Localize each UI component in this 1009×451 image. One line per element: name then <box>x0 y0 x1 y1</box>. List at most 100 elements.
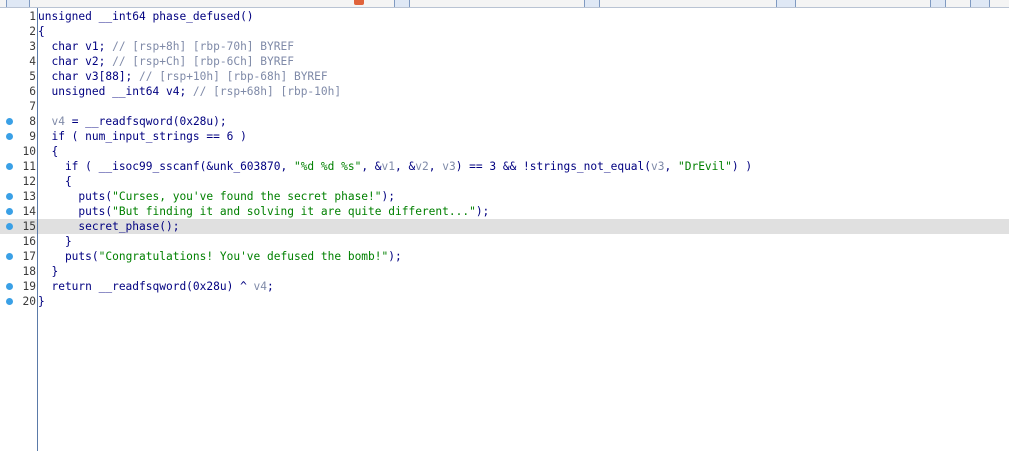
code-text[interactable]: } <box>38 264 58 279</box>
code-token: { <box>38 25 45 38</box>
line-number: 10 <box>22 145 36 158</box>
code-line[interactable]: 18 } <box>0 264 1009 279</box>
code-text[interactable]: { <box>38 144 58 159</box>
code-text[interactable]: puts("Congratulations! You've defused th… <box>38 249 402 264</box>
code-line[interactable]: 14 puts("But finding it and solving it a… <box>0 204 1009 219</box>
code-text[interactable]: } <box>38 234 72 249</box>
code-token: = __readfsqword(0x28u); <box>64 115 227 128</box>
line-number: 17 <box>22 250 36 263</box>
breakpoint-dot-icon[interactable] <box>6 118 13 125</box>
code-line[interactable]: 7 <box>0 99 1009 114</box>
code-token: "Congratulations! You've defused the bom… <box>98 250 389 263</box>
code-token: char v1; <box>38 40 113 53</box>
code-token: secret_phase(); <box>38 220 180 233</box>
line-number: 9 <box>29 130 36 143</box>
code-line[interactable]: 10 { <box>0 144 1009 159</box>
code-token: v2 <box>415 160 429 173</box>
code-token: ); <box>475 205 490 218</box>
code-token: , <box>428 160 443 173</box>
code-token: ); <box>381 190 395 203</box>
code-text[interactable]: unsigned __int64 phase_defused() <box>38 9 254 24</box>
code-token: v3 <box>442 160 456 173</box>
code-token: ; <box>267 280 274 293</box>
code-token: // [rsp+10h] [rbp-68h] BYREF <box>139 70 328 83</box>
close-icon[interactable] <box>354 0 364 5</box>
code-line[interactable]: 15 secret_phase(); <box>0 219 1009 234</box>
tab-1[interactable] <box>6 0 30 7</box>
code-token: unsigned __int64 phase_defused() <box>38 10 254 23</box>
pseudocode-editor[interactable]: 1 unsigned __int64 phase_defused() 2{3 cha… <box>0 8 1009 451</box>
code-token: // [rsp+Ch] [rbp-6Ch] BYREF <box>112 55 294 68</box>
code-text[interactable]: return __readfsqword(0x28u) ^ v4; <box>38 279 274 294</box>
breakpoint-dot-icon[interactable] <box>6 193 13 200</box>
code-token: "DrEvil" <box>677 160 732 173</box>
code-line[interactable]: 12 { <box>0 174 1009 189</box>
tab-2[interactable] <box>394 0 410 7</box>
code-token: } <box>38 295 45 308</box>
breakpoint-dot-icon[interactable] <box>6 253 13 260</box>
code-text[interactable]: char v1; // [rsp+8h] [rbp-70h] BYREF <box>38 39 293 54</box>
line-number: 15 <box>22 220 36 233</box>
code-token: ) ) <box>731 160 753 173</box>
code-token: return __readfsqword(0x28u) ^ <box>38 280 254 293</box>
code-line[interactable]: 6 unsigned __int64 v4; // [rsp+68h] [rbp… <box>0 84 1009 99</box>
code-line[interactable]: 8 v4 = __readfsqword(0x28u); <box>0 114 1009 129</box>
code-line[interactable]: 20} <box>0 294 1009 309</box>
line-number: 14 <box>22 205 36 218</box>
line-number: 8 <box>29 115 36 128</box>
line-number: 19 <box>22 280 36 293</box>
code-token: { <box>38 145 59 158</box>
line-number: 1 <box>29 10 36 23</box>
code-token: v3 <box>651 160 665 173</box>
code-text[interactable]: } <box>38 294 45 309</box>
code-text[interactable]: if ( __isoc99_sscanf(&unk_603870, "%d %d… <box>38 159 752 174</box>
code-line[interactable]: 19 return __readfsqword(0x28u) ^ v4; <box>0 279 1009 294</box>
code-line[interactable]: 16 } <box>0 234 1009 249</box>
code-token: "Curses, you've found the secret phase!" <box>112 190 382 203</box>
line-number: 12 <box>22 175 36 188</box>
breakpoint-dot-icon[interactable] <box>6 283 13 290</box>
code-token: ); <box>388 250 402 263</box>
code-text[interactable]: { <box>38 24 45 39</box>
gutter-divider <box>37 8 38 451</box>
code-line[interactable]: 5 char v3[88]; // [rsp+10h] [rbp-68h] BY… <box>0 69 1009 84</box>
code-text[interactable]: v4 = __readfsqword(0x28u); <box>38 114 227 129</box>
breakpoint-dot-icon[interactable] <box>6 223 13 230</box>
code-line[interactable]: 4 char v2; // [rsp+Ch] [rbp-6Ch] BYREF <box>0 54 1009 69</box>
code-text[interactable]: char v3[88]; // [rsp+10h] [rbp-68h] BYRE… <box>38 69 328 84</box>
code-token: ) == 3 && !strings_not_equal( <box>455 160 652 173</box>
code-token: , & <box>361 160 382 173</box>
line-number: 4 <box>29 55 36 68</box>
code-text[interactable]: secret_phase(); <box>38 219 179 234</box>
code-token: v4 <box>253 280 268 293</box>
tab-3[interactable] <box>584 0 600 7</box>
breakpoint-dot-icon[interactable] <box>6 208 13 215</box>
line-number: 7 <box>29 100 36 113</box>
tab-4[interactable] <box>776 0 796 7</box>
code-text[interactable]: unsigned __int64 v4; // [rsp+68h] [rbp-1… <box>38 84 341 99</box>
breakpoint-dot-icon[interactable] <box>6 298 13 305</box>
code-token: // [rsp+68h] [rbp-10h] <box>192 85 342 98</box>
tab-6[interactable] <box>970 0 990 7</box>
code-text[interactable]: puts("But finding it and solving it are … <box>38 204 489 219</box>
tab-5[interactable] <box>930 0 946 7</box>
code-line[interactable]: 13 puts("Curses, you've found the secret… <box>0 189 1009 204</box>
code-token: "But finding it and solving it are quite… <box>112 205 476 218</box>
code-token: } <box>38 235 72 248</box>
code-text[interactable]: puts("Curses, you've found the secret ph… <box>38 189 395 204</box>
breakpoint-dot-icon[interactable] <box>6 163 13 170</box>
code-line[interactable]: 17 puts("Congratulations! You've defused… <box>0 249 1009 264</box>
tab-strip <box>0 0 1009 8</box>
code-token: if ( __isoc99_sscanf(&unk_603870, <box>38 160 294 173</box>
code-text[interactable]: if ( num_input_strings == 6 ) <box>38 129 246 144</box>
code-text[interactable]: char v2; // [rsp+Ch] [rbp-6Ch] BYREF <box>38 54 294 69</box>
code-line[interactable]: 1 unsigned __int64 phase_defused() <box>0 9 1009 24</box>
code-line[interactable]: 11 if ( __isoc99_sscanf(&unk_603870, "%d… <box>0 159 1009 174</box>
breakpoint-dot-icon[interactable] <box>6 133 13 140</box>
code-token: v1 <box>381 160 396 173</box>
code-line[interactable]: 9 if ( num_input_strings == 6 ) <box>0 129 1009 144</box>
code-line[interactable]: 2{ <box>0 24 1009 39</box>
code-text[interactable]: { <box>38 174 72 189</box>
code-line[interactable]: 3 char v1; // [rsp+8h] [rbp-70h] BYREF <box>0 39 1009 54</box>
line-number: 11 <box>22 160 36 173</box>
